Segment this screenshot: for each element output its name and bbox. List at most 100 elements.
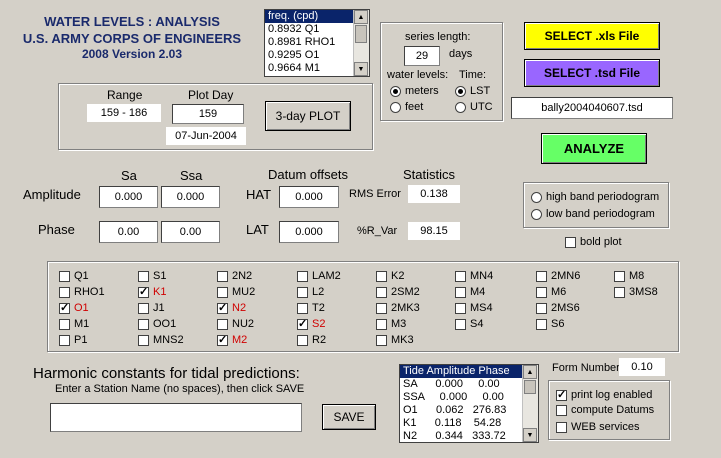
constituent-checkbox-k1[interactable]: K1 xyxy=(138,285,166,298)
checkbox-checked-icon[interactable] xyxy=(138,285,149,298)
checkbox-icon[interactable] xyxy=(455,270,466,282)
checkbox-icon[interactable] xyxy=(614,286,625,298)
constituent-checkbox-2sm2[interactable]: 2SM2 xyxy=(376,286,420,298)
select-xls-button[interactable]: SELECT .xls File xyxy=(524,22,660,50)
constituent-checkbox-mk3[interactable]: MK3 xyxy=(376,334,414,346)
constituent-checkbox-2ms6[interactable]: 2MS6 xyxy=(536,302,580,314)
radio-selected-icon[interactable] xyxy=(390,85,401,97)
checkbox-icon[interactable] xyxy=(217,270,228,282)
tide-list-item[interactable]: SSA 0.000 0.00 xyxy=(400,391,538,404)
lat-input[interactable]: 0.000 xyxy=(279,221,339,243)
checkbox-icon[interactable] xyxy=(536,270,547,282)
tide-list-item[interactable]: O1 0.062 276.83 xyxy=(400,404,538,417)
constituent-checkbox-p1[interactable]: P1 xyxy=(59,334,87,346)
constituent-checkbox-s6[interactable]: S6 xyxy=(536,318,564,330)
radio-selected-icon[interactable] xyxy=(455,85,466,97)
constituent-checkbox-m1[interactable]: M1 xyxy=(59,318,89,330)
select-tsd-button[interactable]: SELECT .tsd File xyxy=(524,59,660,87)
constituent-checkbox-3ms8[interactable]: 3MS8 xyxy=(614,286,658,298)
checkbox-icon[interactable] xyxy=(455,286,466,298)
checkbox-icon[interactable] xyxy=(556,421,567,433)
checkbox-icon[interactable] xyxy=(565,236,576,248)
hat-input[interactable]: 0.000 xyxy=(279,186,339,208)
checkbox-icon[interactable] xyxy=(297,286,308,298)
tide-list-scrollbar[interactable]: ▲ ▼ xyxy=(522,365,538,442)
checkbox-checked-icon[interactable] xyxy=(59,301,70,314)
constituent-checkbox-m8[interactable]: M8 xyxy=(614,270,644,282)
constituent-checkbox-l2[interactable]: L2 xyxy=(297,286,324,298)
tide-list-item[interactable]: SA 0.000 0.00 xyxy=(400,378,538,391)
checkbox-icon[interactable] xyxy=(614,270,625,282)
checkbox-icon[interactable] xyxy=(376,334,387,346)
lst-radio[interactable]: LST xyxy=(455,85,490,97)
constituent-checkbox-mn4[interactable]: MN4 xyxy=(455,270,493,282)
web-services-checkbox[interactable]: WEB services xyxy=(556,421,639,433)
checkbox-icon[interactable] xyxy=(138,270,149,282)
scroll-up-icon[interactable]: ▲ xyxy=(523,365,537,379)
checkbox-icon[interactable] xyxy=(138,318,149,330)
bold-plot-checkbox[interactable]: bold plot xyxy=(565,236,622,248)
high-band-radio[interactable]: high band periodogram xyxy=(531,191,659,203)
tide-constants-listbox[interactable]: Tide Amplitude Phase SA 0.000 0.00 SSA 0… xyxy=(399,364,539,443)
checkbox-icon[interactable] xyxy=(536,318,547,330)
constituent-checkbox-m6[interactable]: M6 xyxy=(536,286,566,298)
frequency-list-scrollbar[interactable]: ▲ ▼ xyxy=(353,10,369,76)
feet-radio[interactable]: feet xyxy=(390,101,423,113)
checkbox-icon[interactable] xyxy=(59,286,70,298)
three-day-plot-button[interactable]: 3-day PLOT xyxy=(265,101,351,131)
checkbox-icon[interactable] xyxy=(297,270,308,282)
constituent-checkbox-m2[interactable]: M2 xyxy=(217,333,247,346)
checkbox-checked-icon[interactable] xyxy=(217,333,228,346)
checkbox-icon[interactable] xyxy=(376,286,387,298)
sa-amplitude-input[interactable]: 0.000 xyxy=(99,186,158,208)
constituent-checkbox-s4[interactable]: S4 xyxy=(455,318,483,330)
checkbox-icon[interactable] xyxy=(455,318,466,330)
constituent-checkbox-n2[interactable]: N2 xyxy=(217,301,246,314)
frequency-listbox[interactable]: freq. (cpd) 0.8932 Q1 0.8981 RHO1 0.9295… xyxy=(264,9,370,77)
checkbox-icon[interactable] xyxy=(556,404,567,416)
constituent-checkbox-k2[interactable]: K2 xyxy=(376,270,404,282)
tide-list-item[interactable]: K1 0.118 54.28 xyxy=(400,417,538,430)
ssa-amplitude-input[interactable]: 0.000 xyxy=(161,186,220,208)
checkbox-icon[interactable] xyxy=(217,286,228,298)
constituent-checkbox-j1[interactable]: J1 xyxy=(138,302,165,314)
checkbox-icon[interactable] xyxy=(455,302,466,314)
constituent-checkbox-2mk3[interactable]: 2MK3 xyxy=(376,302,420,314)
checkbox-icon[interactable] xyxy=(59,270,70,282)
series-length-input[interactable]: 29 xyxy=(404,46,440,66)
constituent-checkbox-mu2[interactable]: MU2 xyxy=(217,286,255,298)
scroll-down-icon[interactable]: ▼ xyxy=(523,428,537,442)
radio-icon[interactable] xyxy=(455,101,466,113)
print-log-checkbox[interactable]: print log enabled xyxy=(556,388,652,401)
constituent-checkbox-2mn6[interactable]: 2MN6 xyxy=(536,270,580,282)
save-button[interactable]: SAVE xyxy=(322,404,376,430)
checkbox-checked-icon[interactable] xyxy=(217,301,228,314)
radio-icon[interactable] xyxy=(531,191,542,203)
meters-radio[interactable]: meters xyxy=(390,85,439,97)
constituent-checkbox-o1[interactable]: O1 xyxy=(59,301,89,314)
constituent-checkbox-rho1[interactable]: RHO1 xyxy=(59,286,105,298)
checkbox-icon[interactable] xyxy=(217,318,228,330)
scroll-up-icon[interactable]: ▲ xyxy=(354,10,368,24)
utc-radio[interactable]: UTC xyxy=(455,101,493,113)
constituent-checkbox-2n2[interactable]: 2N2 xyxy=(217,270,252,282)
constituent-checkbox-oo1[interactable]: OO1 xyxy=(138,318,176,330)
constituent-checkbox-s1[interactable]: S1 xyxy=(138,270,166,282)
checkbox-icon[interactable] xyxy=(297,302,308,314)
ssa-phase-input[interactable]: 0.00 xyxy=(161,221,220,243)
station-name-input[interactable] xyxy=(50,403,302,432)
scroll-down-icon[interactable]: ▼ xyxy=(354,62,368,76)
constituent-checkbox-m3[interactable]: M3 xyxy=(376,318,406,330)
checkbox-checked-icon[interactable] xyxy=(297,317,308,330)
constituent-checkbox-s2[interactable]: S2 xyxy=(297,317,325,330)
checkbox-icon[interactable] xyxy=(138,302,149,314)
checkbox-icon[interactable] xyxy=(536,302,547,314)
constituent-checkbox-m4[interactable]: M4 xyxy=(455,286,485,298)
checkbox-icon[interactable] xyxy=(376,302,387,314)
constituent-checkbox-nu2[interactable]: NU2 xyxy=(217,318,254,330)
plot-day-input[interactable]: 159 xyxy=(172,104,244,124)
tide-list-header[interactable]: Tide Amplitude Phase xyxy=(400,365,538,378)
tide-list-item[interactable]: N2 0.344 333.72 xyxy=(400,430,538,442)
checkbox-icon[interactable] xyxy=(59,334,70,346)
constituent-checkbox-q1[interactable]: Q1 xyxy=(59,270,89,282)
